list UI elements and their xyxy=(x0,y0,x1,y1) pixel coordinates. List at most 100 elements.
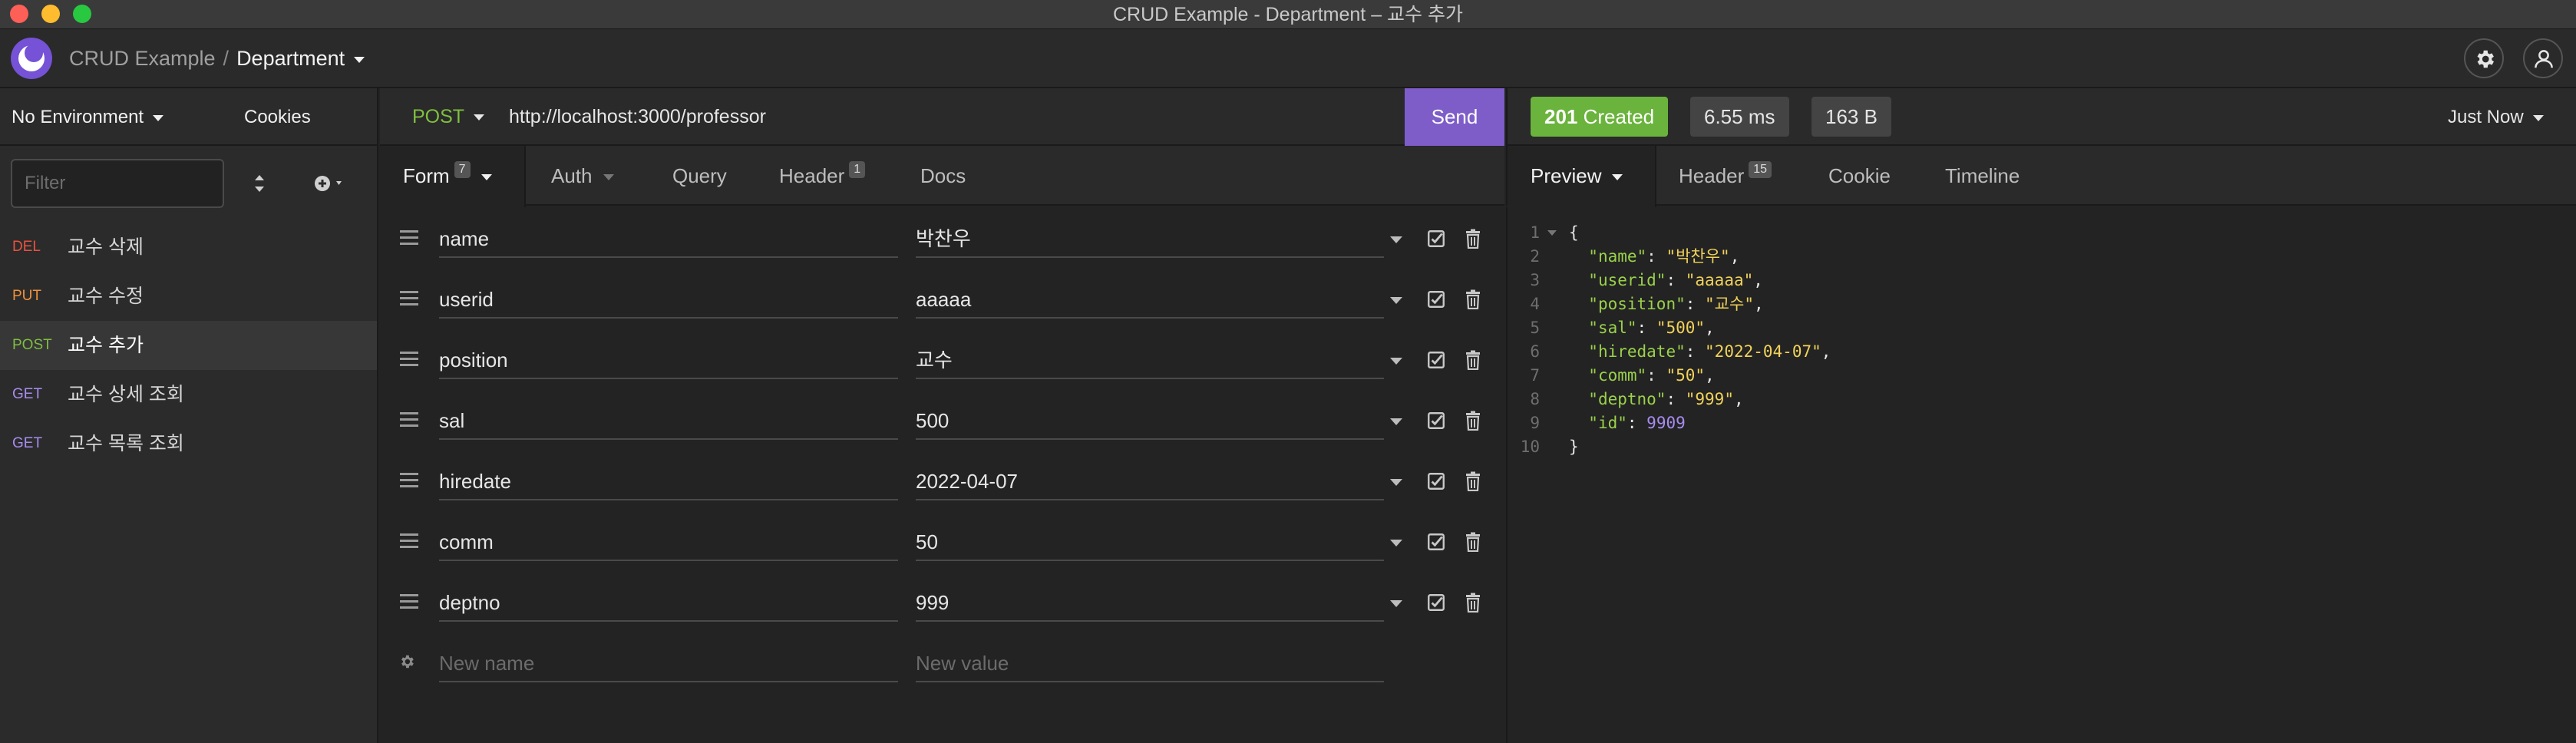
checkbox-icon[interactable] xyxy=(1426,411,1446,434)
drag-handle-icon[interactable] xyxy=(400,533,418,552)
tab-docs[interactable]: Docs xyxy=(920,146,966,206)
filter-input[interactable] xyxy=(11,159,224,208)
tab-response-header[interactable]: Header 15 xyxy=(1679,146,1772,206)
checkbox-icon[interactable] xyxy=(1426,532,1446,556)
param-name-input[interactable]: sal xyxy=(439,401,898,440)
param-name-input[interactable]: deptno xyxy=(439,583,898,622)
param-value-input[interactable]: aaaaa xyxy=(916,280,1384,319)
drag-handle-icon[interactable] xyxy=(400,352,418,370)
json-value: "999" xyxy=(1685,390,1734,408)
new-value-input[interactable]: New value xyxy=(916,644,1384,682)
param-value-input[interactable]: 2022-04-07 xyxy=(916,462,1384,500)
tab-auth-label: Auth xyxy=(551,164,593,187)
gear-icon[interactable] xyxy=(398,653,415,674)
drag-handle-icon[interactable] xyxy=(400,473,418,491)
trash-icon[interactable] xyxy=(1464,471,1482,495)
new-name-input[interactable]: New name xyxy=(439,644,898,682)
sort-button[interactable] xyxy=(246,165,273,202)
code-line: 10} xyxy=(1508,435,2576,459)
chevron-down-icon[interactable] xyxy=(1390,600,1402,607)
json-comma: , xyxy=(1705,366,1715,385)
fold-arrow-icon[interactable] xyxy=(1547,230,1557,236)
app-header: CRUD Example / Department xyxy=(0,29,2576,88)
plus-circle-icon xyxy=(315,176,342,191)
trash-icon[interactable] xyxy=(1464,350,1482,374)
sort-icon xyxy=(255,175,264,192)
param-name-input[interactable]: comm xyxy=(439,523,898,561)
checkbox-icon[interactable] xyxy=(1426,350,1446,374)
chevron-down-icon xyxy=(481,174,492,181)
chevron-down-icon[interactable] xyxy=(1390,236,1402,243)
tab-cookie[interactable]: Cookie xyxy=(1828,146,1891,206)
tab-preview-label: Preview xyxy=(1531,164,1602,187)
form-count-badge: 7 xyxy=(454,161,471,178)
param-value-input[interactable]: 교수 xyxy=(916,341,1384,379)
form-param-row: position 교수 xyxy=(380,329,1504,389)
chevron-down-icon[interactable] xyxy=(1390,297,1402,304)
chevron-down-icon[interactable] xyxy=(1390,540,1402,547)
tab-form[interactable]: Form 7 xyxy=(380,146,526,207)
method-badge: GET xyxy=(12,386,43,402)
url-input[interactable]: http://localhost:3000/professor xyxy=(509,88,766,146)
trash-icon[interactable] xyxy=(1464,411,1482,434)
workspace-name: Department xyxy=(236,47,345,70)
param-name-input[interactable]: name xyxy=(439,220,898,258)
account-button[interactable] xyxy=(2523,38,2563,78)
code-line: 3 "userid": "aaaaa", xyxy=(1508,269,2576,292)
form-body: name 박찬우 userid aaaaa position 교수 sal 500 hireda… xyxy=(380,207,1504,743)
tab-timeline[interactable]: Timeline xyxy=(1945,146,2020,206)
response-tabs: Preview Header 15 Cookie Timeline xyxy=(1506,146,2576,207)
sidebar-request-item[interactable]: GET 교수 상세 조회 xyxy=(0,370,377,419)
drag-handle-icon[interactable] xyxy=(400,594,418,613)
param-value-input[interactable]: 50 xyxy=(916,523,1384,561)
json-comma: , xyxy=(1821,342,1831,361)
sidebar-request-item[interactable]: DEL 교수 삭제 xyxy=(0,223,377,272)
param-name-input[interactable]: position xyxy=(439,341,898,379)
param-name-input[interactable]: hiredate xyxy=(439,462,898,500)
send-button[interactable]: Send xyxy=(1405,88,1504,146)
trash-icon[interactable] xyxy=(1464,289,1482,313)
drag-handle-icon[interactable] xyxy=(400,230,418,249)
trash-icon[interactable] xyxy=(1464,532,1482,556)
json-key: "comm" xyxy=(1588,366,1647,385)
workspace-dropdown[interactable]: Department xyxy=(236,47,365,70)
sidebar-request-item[interactable]: POST 교수 추가 xyxy=(0,321,377,370)
sidebar-request-item[interactable]: PUT 교수 수정 xyxy=(0,272,377,321)
cookies-button[interactable]: Cookies xyxy=(244,88,311,146)
drag-handle-icon[interactable] xyxy=(400,291,418,309)
drag-handle-icon[interactable] xyxy=(400,412,418,431)
tab-preview[interactable]: Preview xyxy=(1508,146,1656,207)
method-dropdown[interactable]: POST xyxy=(412,88,485,146)
trash-icon[interactable] xyxy=(1464,593,1482,616)
new-param-row: New name New value xyxy=(380,632,1504,692)
param-name-input[interactable]: userid xyxy=(439,280,898,319)
breadcrumb-project[interactable]: CRUD Example xyxy=(69,47,216,70)
param-value-input[interactable]: 박찬우 xyxy=(916,220,1384,258)
form-param-row: userid aaaaa xyxy=(380,268,1504,329)
history-dropdown[interactable]: Just Now xyxy=(2448,88,2544,146)
chevron-down-icon[interactable] xyxy=(1390,358,1402,365)
tab-auth[interactable]: Auth xyxy=(551,146,614,206)
request-name: 교수 삭제 xyxy=(68,236,144,258)
checkbox-icon[interactable] xyxy=(1426,593,1446,616)
insomnia-logo-icon[interactable] xyxy=(11,38,52,79)
environment-dropdown[interactable]: No Environment xyxy=(12,88,164,146)
chevron-down-icon[interactable] xyxy=(1390,418,1402,425)
checkbox-icon[interactable] xyxy=(1426,471,1446,495)
settings-button[interactable] xyxy=(2464,38,2504,78)
tab-response-header-label: Header xyxy=(1679,164,1745,187)
add-request-button[interactable] xyxy=(312,168,358,199)
response-header-count-badge: 15 xyxy=(1749,161,1772,178)
request-name: 교수 수정 xyxy=(68,286,144,307)
chevron-down-icon[interactable] xyxy=(1390,479,1402,486)
param-value-input[interactable]: 500 xyxy=(916,401,1384,440)
tab-query[interactable]: Query xyxy=(672,146,727,206)
sidebar-request-item[interactable]: GET 교수 목록 조회 xyxy=(0,419,377,468)
checkbox-icon[interactable] xyxy=(1426,289,1446,313)
json-comma: , xyxy=(1705,319,1715,337)
checkbox-icon[interactable] xyxy=(1426,229,1446,253)
chevron-down-icon xyxy=(2532,114,2544,121)
param-value-input[interactable]: 999 xyxy=(916,583,1384,622)
tab-header[interactable]: Header 1 xyxy=(779,146,866,206)
trash-icon[interactable] xyxy=(1464,229,1482,253)
